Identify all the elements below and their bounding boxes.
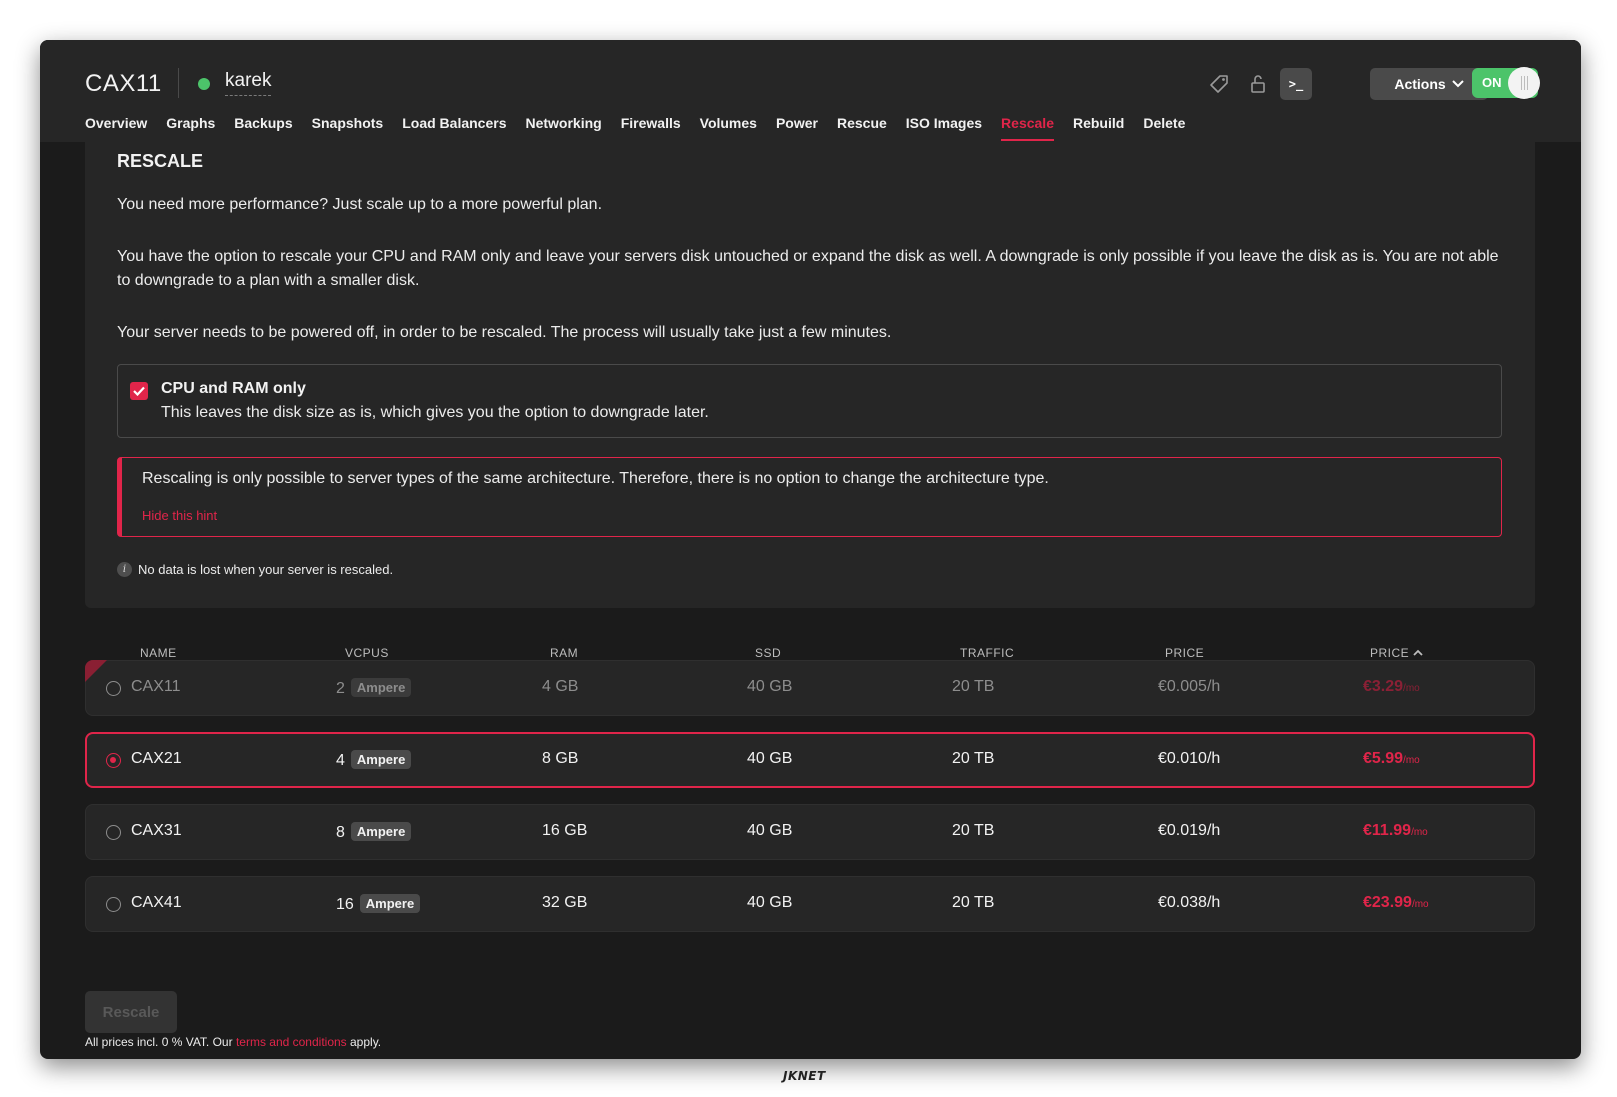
- power-toggle-label: ON: [1482, 75, 1502, 90]
- server-header: CAX11 karek >_ Actions ON Overview Graph…: [40, 40, 1581, 142]
- plan-name: CAX41: [131, 894, 182, 911]
- architecture-badge: Ampere: [350, 822, 412, 841]
- plan-price-monthly: €23.99/mo: [1363, 894, 1429, 911]
- server-type-row[interactable]: CAX31 8 Ampere 16 GB 40 GB 20 TB €0.019/h…: [85, 804, 1535, 860]
- tab-iso-images[interactable]: ISO Images: [896, 115, 991, 141]
- plan-ssd: 40 GB: [747, 750, 793, 767]
- actions-dropdown[interactable]: Actions: [1370, 68, 1488, 100]
- plan-ram: 32 GB: [542, 894, 588, 911]
- label-tag-icon[interactable]: [1203, 68, 1235, 100]
- plan-vcpus: 8 Ampere: [336, 822, 412, 842]
- cpu-ram-checkbox[interactable]: [130, 382, 148, 400]
- plan-traffic: 20 TB: [952, 750, 995, 767]
- lock-icon[interactable]: [1242, 68, 1274, 100]
- plan-radio[interactable]: [106, 825, 121, 840]
- column-ssd[interactable]: SSD: [755, 646, 781, 660]
- tab-graphs[interactable]: Graphs: [157, 115, 225, 141]
- server-type-row[interactable]: CAX41 16 Ampere 32 GB 40 GB 20 TB €0.038/…: [85, 876, 1535, 932]
- plan-ssd: 40 GB: [747, 822, 793, 839]
- server-hostname[interactable]: karek: [225, 70, 272, 96]
- power-toggle[interactable]: ON: [1472, 67, 1540, 99]
- plan-price-hourly: €0.005/h: [1158, 678, 1221, 695]
- column-price-hourly[interactable]: PRICE: [1165, 646, 1204, 660]
- plan-radio[interactable]: [106, 753, 121, 768]
- architecture-badge: Ampere: [350, 750, 412, 769]
- tab-load-balancers[interactable]: Load Balancers: [393, 115, 516, 141]
- plan-price-hourly: €0.010/h: [1158, 750, 1221, 767]
- actions-label: Actions: [1394, 76, 1446, 92]
- status-indicator: [198, 78, 210, 90]
- server-type-row[interactable]: CAX21 4 Ampere 8 GB 40 GB 20 TB €0.010/h …: [85, 732, 1535, 788]
- info-icon: i: [117, 562, 132, 577]
- watermark-logo: JKNET: [783, 1069, 826, 1083]
- architecture-badge: Ampere: [350, 678, 412, 697]
- plan-name: CAX11: [131, 678, 181, 695]
- rescale-panel: RESCALE You need more performance? Just …: [85, 142, 1535, 608]
- plan-price-monthly: €5.99/mo: [1363, 750, 1420, 767]
- plan-traffic: 20 TB: [952, 822, 995, 839]
- server-type-title: CAX11: [85, 70, 162, 97]
- tab-volumes[interactable]: Volumes: [690, 115, 766, 141]
- tab-backups[interactable]: Backups: [225, 115, 302, 141]
- plan-price-hourly: €0.038/h: [1158, 894, 1221, 911]
- plan-ssd: 40 GB: [747, 678, 793, 695]
- hint-text: Rescaling is only possible to server typ…: [142, 470, 1049, 487]
- intro-text: You need more performance? Just scale up…: [117, 196, 603, 213]
- vat-note: All prices incl. 0 % VAT. Our terms and …: [85, 1035, 382, 1049]
- server-type-row[interactable]: CAX11 2 Ampere 4 GB 40 GB 20 TB €0.005/h …: [85, 660, 1535, 716]
- server-tabs: Overview Graphs Backups Snapshots Load B…: [85, 115, 1195, 141]
- rescale-button[interactable]: Rescale: [85, 991, 177, 1033]
- console-button[interactable]: >_: [1280, 68, 1312, 100]
- hide-hint-link[interactable]: Hide this hint: [142, 508, 217, 523]
- column-vcpus[interactable]: VCPUS: [345, 646, 389, 660]
- power-off-text: Your server needs to be powered off, in …: [117, 324, 892, 341]
- tab-power[interactable]: Power: [766, 115, 827, 141]
- plan-ssd: 40 GB: [747, 894, 793, 911]
- info-text: No data is lost when your server is resc…: [138, 562, 394, 577]
- app-window: CAX11 karek >_ Actions ON Overview Graph…: [40, 40, 1581, 1059]
- tab-rescale[interactable]: Rescale: [992, 115, 1064, 141]
- column-traffic[interactable]: TRAFFIC: [960, 646, 1014, 660]
- plan-name: CAX31: [131, 822, 182, 839]
- plan-vcpus: 2 Ampere: [336, 678, 412, 698]
- column-name[interactable]: NAME: [140, 646, 177, 660]
- plan-ram: 16 GB: [542, 822, 588, 839]
- plan-name: CAX21: [131, 750, 182, 767]
- option-title: CPU and RAM only: [161, 380, 306, 397]
- plan-ram: 4 GB: [542, 678, 579, 695]
- chevron-up-icon: [1413, 649, 1423, 656]
- title-divider: [178, 68, 179, 98]
- architecture-badge: Ampere: [359, 894, 421, 913]
- chevron-down-icon: [1451, 80, 1464, 88]
- options-text: You have the option to rescale your CPU …: [117, 248, 1499, 289]
- terms-link[interactable]: terms and conditions: [236, 1035, 347, 1049]
- plan-price-monthly: €11.99/mo: [1363, 822, 1428, 839]
- plan-radio[interactable]: [106, 681, 121, 696]
- cpu-ram-only-option[interactable]: CPU and RAM only This leaves the disk si…: [117, 364, 1502, 438]
- tab-overview[interactable]: Overview: [85, 115, 157, 141]
- tab-rebuild[interactable]: Rebuild: [1063, 115, 1133, 141]
- tab-snapshots[interactable]: Snapshots: [302, 115, 393, 141]
- plan-ram: 8 GB: [542, 750, 579, 767]
- info-note: i No data is lost when your server is re…: [117, 562, 393, 577]
- tab-firewalls[interactable]: Firewalls: [611, 115, 690, 141]
- plan-traffic: 20 TB: [952, 678, 995, 695]
- plan-vcpus: 16 Ampere: [336, 894, 421, 914]
- toggle-knob[interactable]: [1508, 67, 1540, 99]
- plan-price-monthly: €3.29/mo: [1363, 678, 1420, 695]
- architecture-hint: Rescaling is only possible to server typ…: [117, 457, 1502, 537]
- plan-traffic: 20 TB: [952, 894, 995, 911]
- tab-networking[interactable]: Networking: [516, 115, 611, 141]
- tab-delete[interactable]: Delete: [1134, 115, 1195, 141]
- checkmark-icon: [133, 386, 145, 396]
- plan-vcpus: 4 Ampere: [336, 750, 412, 770]
- section-title: RESCALE: [117, 151, 204, 171]
- tab-rescue[interactable]: Rescue: [827, 115, 896, 141]
- current-plan-marker: [85, 660, 107, 682]
- plan-radio[interactable]: [106, 897, 121, 912]
- column-ram[interactable]: RAM: [550, 646, 578, 660]
- option-description: This leaves the disk size as is, which g…: [161, 404, 709, 421]
- column-price-monthly[interactable]: PRICE: [1370, 646, 1423, 660]
- plan-price-hourly: €0.019/h: [1158, 822, 1221, 839]
